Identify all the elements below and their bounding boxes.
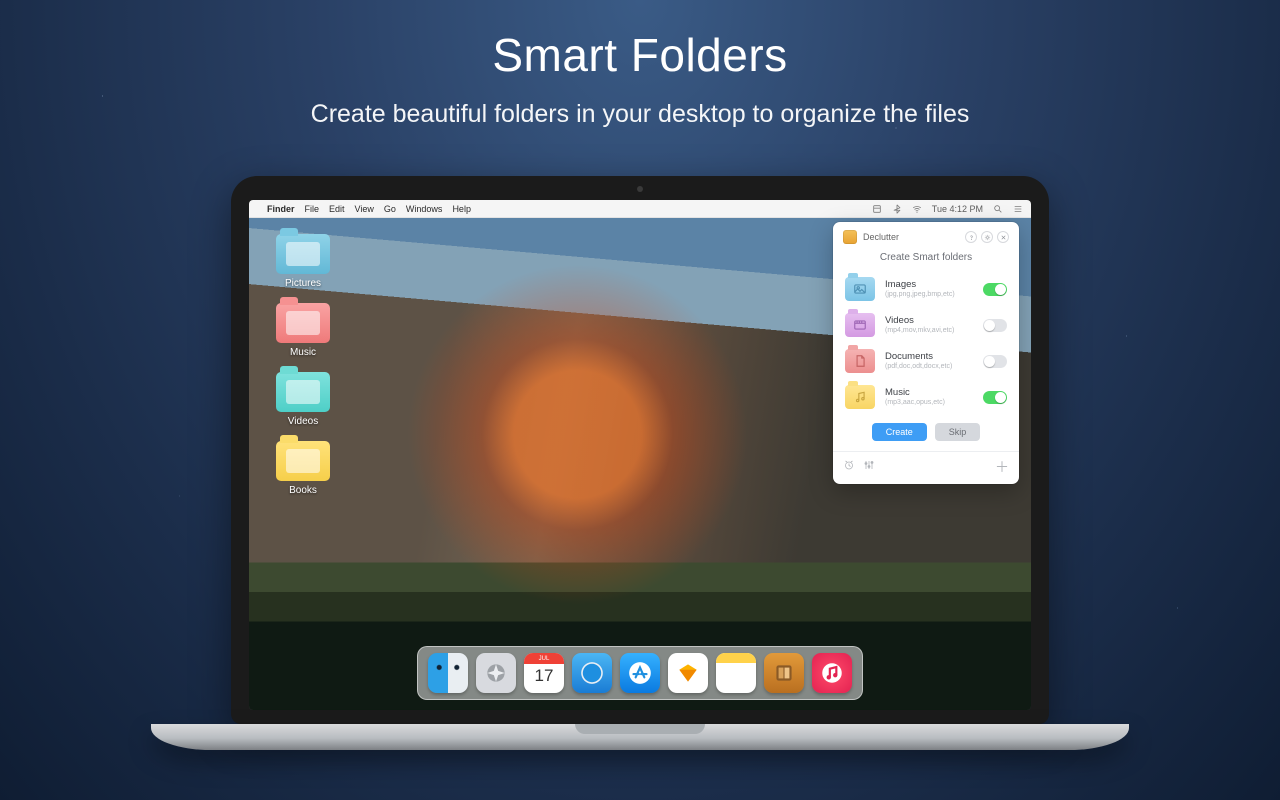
dock-appstore-icon[interactable] [620, 653, 660, 693]
desktop-folder-label: Pictures [267, 278, 339, 289]
dock-itunes-icon[interactable] [812, 653, 852, 693]
spotlight-icon[interactable] [993, 204, 1003, 214]
desktop-folder-label: Videos [267, 416, 339, 427]
menubar-item-help[interactable]: Help [452, 204, 471, 214]
camera-dot [637, 186, 643, 192]
calendar-day: 17 [524, 666, 564, 686]
desktop-folder-music[interactable]: Music [267, 303, 339, 358]
macos-screen: Finder File Edit View Go Windows Help Tu… [249, 200, 1031, 710]
alarm-icon[interactable] [843, 458, 855, 476]
dock: JUL 17 [417, 646, 863, 700]
menubar-item-windows[interactable]: Windows [406, 204, 443, 214]
wifi-icon[interactable] [912, 204, 922, 214]
panel-app-icon [843, 230, 857, 244]
smart-folder-row-videos: Videos(mp4,mov,mkv,avi,etc) [833, 307, 1019, 343]
row-subtitle: (jpg,png,jpeg,bmp,etc) [885, 291, 973, 299]
smart-folder-row-documents: Documents(pdf,doc,odt,docx,etc) [833, 343, 1019, 379]
dock-calendar-icon[interactable]: JUL 17 [524, 653, 564, 693]
calendar-month: JUL [524, 653, 564, 664]
dock-sketch-icon[interactable] [668, 653, 708, 693]
create-button[interactable]: Create [872, 423, 927, 441]
skip-button[interactable]: Skip [935, 423, 981, 441]
row-subtitle: (mp3,aac,opus,etc) [885, 399, 973, 407]
toggle-images[interactable] [983, 283, 1007, 296]
document-icon [845, 349, 875, 373]
row-title: Images [885, 279, 973, 290]
desktop-folder-books[interactable]: Books [267, 441, 339, 496]
dock-finder-icon[interactable] [428, 653, 468, 693]
menubar-clock[interactable]: Tue 4:12 PM [932, 204, 983, 214]
bluetooth-icon[interactable] [892, 204, 902, 214]
menubar-item-edit[interactable]: Edit [329, 204, 345, 214]
smart-folder-row-images: Images(jpg,png,jpeg,bmp,etc) [833, 271, 1019, 307]
add-button[interactable]: ＋ [995, 460, 1009, 474]
dock-safari-icon[interactable] [572, 653, 612, 693]
image-icon [845, 277, 875, 301]
row-title: Music [885, 387, 973, 398]
hero-subtitle: Create beautiful folders in your desktop… [0, 100, 1280, 129]
dock-launchpad-icon[interactable] [476, 653, 516, 693]
panel-heading: Create Smart folders [833, 252, 1019, 263]
row-title: Videos [885, 315, 973, 326]
music-icon [845, 385, 875, 409]
smart-folders-panel: Declutter Create Smart folders Images(jp… [833, 222, 1019, 484]
sliders-icon[interactable] [863, 458, 875, 476]
menubar-app-icon[interactable] [872, 204, 882, 214]
menubar-item-go[interactable]: Go [384, 204, 396, 214]
video-icon [845, 313, 875, 337]
panel-close-button[interactable] [997, 231, 1009, 243]
menubar-item-view[interactable]: View [355, 204, 374, 214]
toggle-documents[interactable] [983, 355, 1007, 368]
hero-title: Smart Folders [0, 28, 1280, 82]
menubar-item-file[interactable]: File [305, 204, 320, 214]
desktop-folder-label: Books [267, 485, 339, 496]
row-subtitle: (pdf,doc,odt,docx,etc) [885, 363, 973, 371]
row-title: Documents [885, 351, 973, 362]
toggle-videos[interactable] [983, 319, 1007, 332]
panel-app-name: Declutter [863, 232, 899, 242]
desktop-folder-pictures[interactable]: Pictures [267, 234, 339, 289]
row-subtitle: (mp4,mov,mkv,avi,etc) [885, 327, 973, 335]
dock-notes-icon[interactable] [716, 653, 756, 693]
desktop-folder-videos[interactable]: Videos [267, 372, 339, 427]
toggle-music[interactable] [983, 391, 1007, 404]
laptop-frame: Finder File Edit View Go Windows Help Tu… [231, 176, 1049, 750]
desktop-folder-label: Music [267, 347, 339, 358]
smart-folder-row-music: Music(mp3,aac,opus,etc) [833, 379, 1019, 415]
panel-settings-button[interactable] [981, 231, 993, 243]
dock-ibooks-icon[interactable] [764, 653, 804, 693]
menubar: Finder File Edit View Go Windows Help Tu… [249, 200, 1031, 218]
panel-help-button[interactable] [965, 231, 977, 243]
laptop-base [151, 724, 1129, 750]
notification-center-icon[interactable] [1013, 204, 1023, 214]
menubar-app-name[interactable]: Finder [267, 204, 295, 214]
